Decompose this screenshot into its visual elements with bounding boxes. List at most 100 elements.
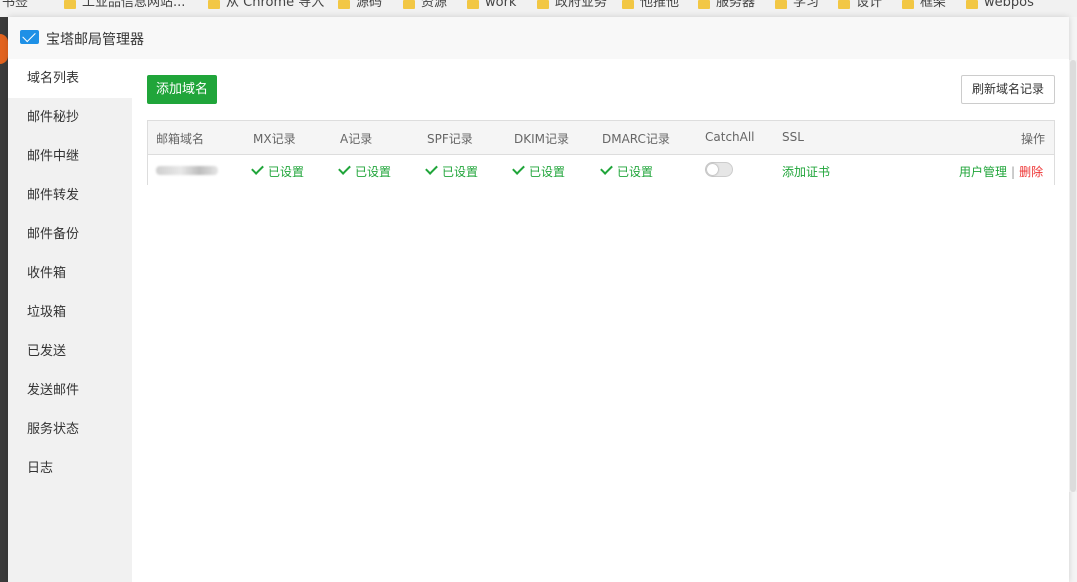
bookmark-item[interactable]: 设计 <box>838 0 882 12</box>
table-row: 已设置 已设置 已设置 已设置 已设置 添加证书 用户管理 | 删除 <box>148 155 1054 185</box>
a-status: 已设置 <box>338 162 392 180</box>
bookmark-label: 从 Chrome 导入 <box>226 0 325 10</box>
check-icon <box>512 162 525 175</box>
refresh-domain-records-button[interactable]: 刷新域名记录 <box>961 75 1055 104</box>
nav-item-label: 已发送 <box>27 344 67 359</box>
folder-icon <box>467 0 479 9</box>
check-icon <box>425 162 438 175</box>
nav-item-backup[interactable]: 邮件备份 <box>8 215 132 254</box>
dkim-status-text: 已设置 <box>529 165 566 179</box>
nav-item-forward[interactable]: 邮件转发 <box>8 176 132 215</box>
bookmark-label: 工业品信息网站... <box>82 0 186 10</box>
folder-icon <box>775 0 787 9</box>
mx-status-text: 已设置 <box>268 165 305 179</box>
column-header-catchall: CatchAll <box>705 130 755 144</box>
nav-item-label: 邮件中继 <box>27 149 80 164</box>
bookmark-item[interactable]: 从 Chrome 导入 <box>208 0 324 12</box>
nav-item-service-status[interactable]: 服务状态 <box>8 410 132 449</box>
scrollbar-thumb[interactable] <box>1070 60 1076 492</box>
bookmark-item[interactable]: 学习 <box>775 0 819 12</box>
catchall-toggle[interactable] <box>705 162 733 177</box>
dialog-title: 宝塔邮局管理器 <box>46 32 144 48</box>
column-header-a: A记录 <box>340 132 373 146</box>
nav-item-label: 邮件转发 <box>27 188 80 203</box>
add-certificate-link[interactable]: 添加证书 <box>782 163 830 180</box>
check-icon <box>338 162 351 175</box>
nav-item-logs[interactable]: 日志 <box>8 449 132 488</box>
user-management-link[interactable]: 用户管理 <box>959 165 1007 179</box>
dmarc-status: 已设置 <box>600 162 654 180</box>
dmarc-status-text: 已设置 <box>617 165 654 179</box>
nav-item-inbox[interactable]: 收件箱 <box>8 254 132 293</box>
bookmark-item[interactable]: work <box>467 0 516 12</box>
folder-icon <box>966 0 978 9</box>
table-header: 邮箱域名 MX记录 A记录 SPF记录 DKIM记录 DMARC记录 Catch… <box>148 121 1054 155</box>
bookmark-item[interactable]: 源码 <box>338 0 382 12</box>
bookmark-label: 政府业务 <box>555 0 608 10</box>
bookmark-item[interactable]: webpos <box>966 0 1034 12</box>
add-domain-button[interactable]: 添加域名 <box>147 75 217 104</box>
bookmark-label: 服务器 <box>716 0 756 10</box>
nav-item-domain-list[interactable]: 域名列表 <box>8 59 132 98</box>
bookmark-label: webpos <box>984 0 1034 10</box>
mx-status: 已设置 <box>251 162 305 180</box>
bookmark-label: 他推他 <box>640 0 680 10</box>
page-scrollbar[interactable] <box>1069 60 1077 492</box>
folder-icon <box>208 0 220 9</box>
a-status-text: 已设置 <box>355 165 392 179</box>
folder-icon <box>698 0 710 9</box>
bookmark-label: 学习 <box>793 0 820 10</box>
column-header-actions: 操作 <box>1021 132 1046 146</box>
bookmark-item[interactable]: 工业品信息网站... <box>64 0 185 12</box>
folder-icon <box>537 0 549 9</box>
column-header-mx: MX记录 <box>253 132 296 146</box>
folder-icon <box>403 0 415 9</box>
column-header-dkim: DKIM记录 <box>514 132 570 146</box>
nav-item-label: 发送邮件 <box>27 383 80 398</box>
nav-item-spam[interactable]: 垃圾箱 <box>8 293 132 332</box>
bookmark-label: 书签 <box>2 0 29 10</box>
delete-link[interactable]: 删除 <box>1019 165 1043 179</box>
bookmark-item[interactable]: 服务器 <box>698 0 755 12</box>
nav-item-label: 垃圾箱 <box>27 305 67 320</box>
domain-name-redacted <box>156 163 218 177</box>
spf-status-text: 已设置 <box>442 165 479 179</box>
spf-status: 已设置 <box>425 162 479 180</box>
nav-item-sent[interactable]: 已发送 <box>8 332 132 371</box>
nav-item-bcc[interactable]: 邮件秘抄 <box>8 98 132 137</box>
action-separator: | <box>1011 165 1016 179</box>
bookmark-item[interactable]: 资源 <box>403 0 447 12</box>
folder-icon <box>64 0 76 9</box>
nav-item-label: 邮件秘抄 <box>27 110 80 125</box>
bookmark-label: 资源 <box>421 0 448 10</box>
check-icon <box>600 162 613 175</box>
bookmark-label: 源码 <box>356 0 383 10</box>
dkim-status: 已设置 <box>512 162 566 180</box>
bookmark-item[interactable]: 政府业务 <box>537 0 607 12</box>
nav-item-label: 收件箱 <box>27 266 67 281</box>
bookmark-item[interactable]: 框架 <box>902 0 946 12</box>
dialog-title-bar: 宝塔邮局管理器 <box>8 17 1069 60</box>
bookmark-item[interactable]: 书签 <box>2 0 28 12</box>
background-sidebar <box>0 17 8 582</box>
mail-manager-dialog: 宝塔邮局管理器 域名列表 邮件秘抄 邮件中继 邮件转发 邮件备份 收件箱 垃圾箱… <box>8 17 1069 582</box>
check-icon <box>251 162 264 175</box>
bookmark-label: 框架 <box>920 0 947 10</box>
background-logo <box>0 34 8 64</box>
column-header-domain: 邮箱域名 <box>156 132 205 146</box>
folder-icon <box>902 0 914 9</box>
folder-icon <box>838 0 850 9</box>
nav-item-send-mail[interactable]: 发送邮件 <box>8 371 132 410</box>
folder-icon <box>622 0 634 9</box>
domain-list-panel: 添加域名 刷新域名记录 邮箱域名 MX记录 A记录 SPF记录 DKIM记录 D… <box>132 59 1069 582</box>
nav-item-label: 邮件备份 <box>27 227 80 242</box>
bookmark-label: 设计 <box>856 0 883 10</box>
domain-table: 邮箱域名 MX记录 A记录 SPF记录 DKIM记录 DMARC记录 Catch… <box>147 120 1055 185</box>
nav-item-relay[interactable]: 邮件中继 <box>8 137 132 176</box>
column-header-ssl: SSL <box>782 130 804 144</box>
toggle-knob <box>707 164 718 175</box>
nav-item-label: 日志 <box>27 461 54 476</box>
mail-icon <box>20 30 39 44</box>
folder-icon <box>338 0 350 9</box>
bookmark-item[interactable]: 他推他 <box>622 0 679 12</box>
